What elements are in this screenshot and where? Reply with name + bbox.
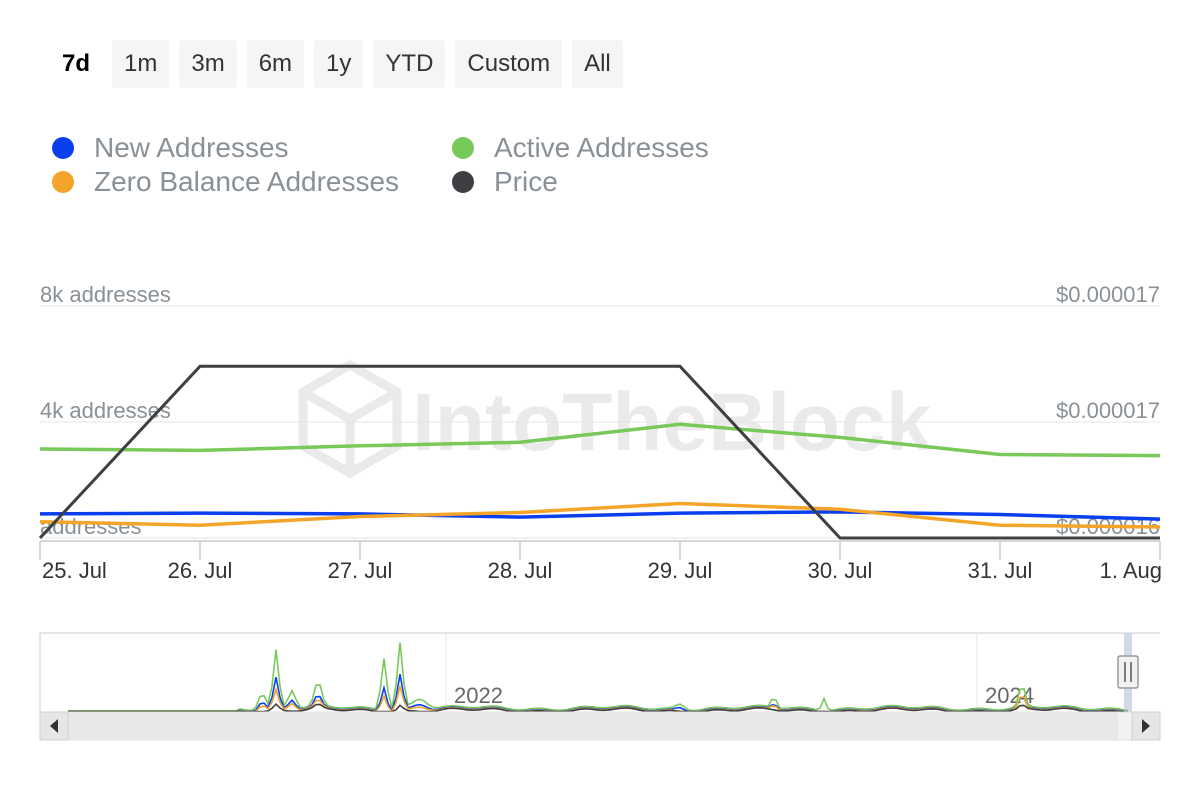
left-tick-label: 8k addresses <box>40 282 171 307</box>
right-axis: $0.000017$0.000017$0.000016 <box>1056 282 1160 539</box>
chart-canvas: IntoTheBlock 8k addresses4k addressesadd… <box>38 282 1162 741</box>
x-tick-label: 30. Jul <box>808 558 873 583</box>
navigator-line-new <box>68 674 1129 713</box>
x-axis: 25. Jul 26. Jul 27. Jul 28. Jul 29. Jul 30. J… <box>39 540 1162 583</box>
watermark: IntoTheBlock <box>298 359 932 479</box>
navigator-handle[interactable] <box>1117 655 1139 689</box>
right-tick-label: $0.000017 <box>1056 282 1160 307</box>
grid-lines <box>40 305 1160 539</box>
x-tick-label: 25. Jul <box>42 558 107 583</box>
left-axis: 8k addresses4k addressesaddresses <box>40 282 171 539</box>
x-tick-label: 26. Jul <box>168 558 233 583</box>
x-tick-label: 27. Jul <box>328 558 393 583</box>
navigator: 2022 2024 <box>39 632 1161 741</box>
scrollbar-thumb[interactable] <box>68 713 1118 739</box>
x-tick-label: 1. Aug <box>1100 558 1162 583</box>
navigator-line-active <box>68 642 1129 712</box>
navigator-year-label: 2022 <box>454 683 503 708</box>
x-tick-label: 28. Jul <box>488 558 553 583</box>
watermark-logo-icon <box>298 359 402 479</box>
x-tick-label: 29. Jul <box>648 558 713 583</box>
left-tick-label: addresses <box>40 514 142 539</box>
right-tick-label: $0.000017 <box>1056 398 1160 423</box>
x-tick-label: 31. Jul <box>968 558 1033 583</box>
series-line-new-addresses <box>39 510 1161 521</box>
